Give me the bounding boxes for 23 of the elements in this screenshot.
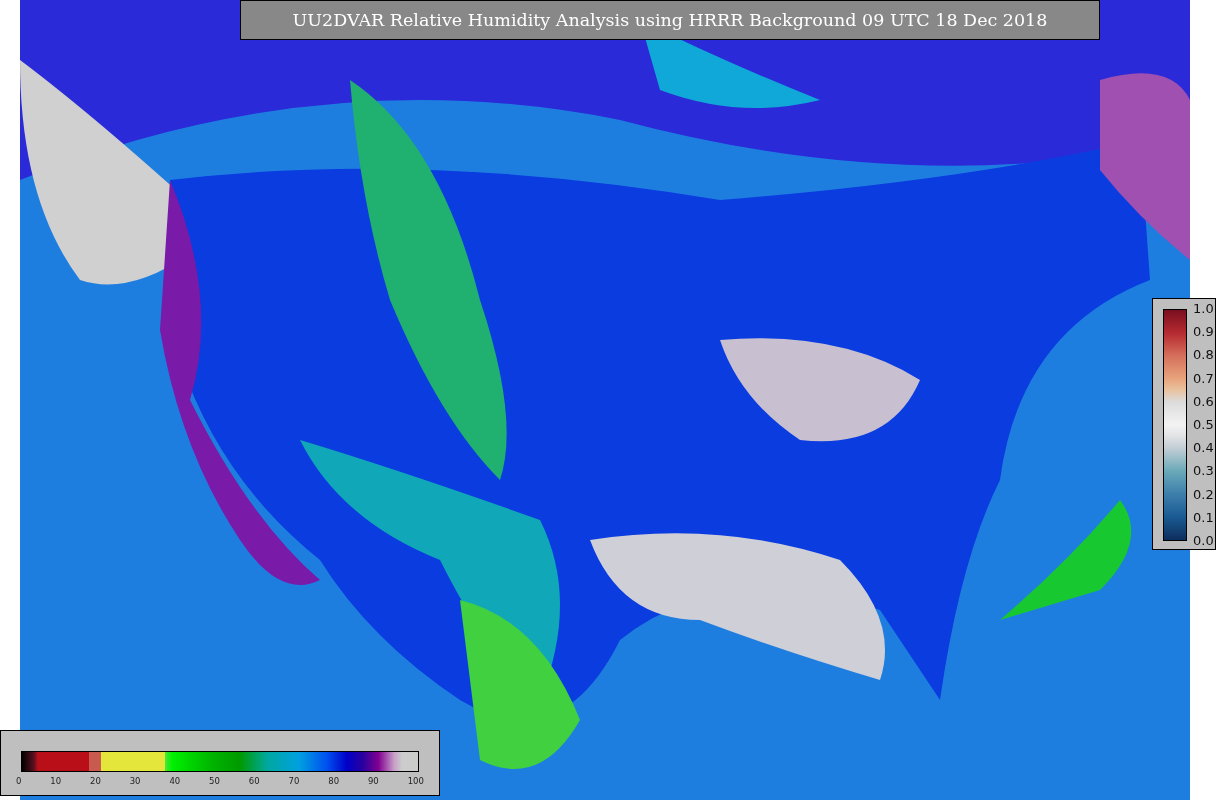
tick-label: 1.0 [1193,301,1214,317]
tick-label: 0.2 [1193,486,1214,503]
tick-label: 0.5 [1193,416,1214,433]
tick-label: 40 [169,776,181,786]
tick-label: 30 [129,776,141,786]
tick-label: 50 [209,776,220,786]
tick-label: 10 [50,776,62,786]
tick-label: 0.1 [1193,509,1214,526]
tick-label: 0.4 [1193,440,1214,457]
map-title: UU2DVAR Relative Humidity Analysis using HRRR Background 09 UTC 18 Dec 2018 [240,0,1100,40]
tick-label: 0.8 [1193,347,1214,364]
tick-label: 90 [367,776,379,786]
tick-label: 0.0 [1193,532,1214,549]
tick-label: 60 [248,776,260,786]
tick-label: 20 [90,776,101,786]
tick-label: 70 [288,776,300,786]
tick-label: 0.7 [1193,370,1214,387]
tick-label: 0.3 [1193,463,1214,480]
tick-label: 0 [16,776,22,786]
tick-label: 80 [328,776,340,786]
tick-label: 100 [407,776,424,786]
tick-label: 0.6 [1193,393,1214,410]
tick-label: 0.9 [1193,324,1214,341]
